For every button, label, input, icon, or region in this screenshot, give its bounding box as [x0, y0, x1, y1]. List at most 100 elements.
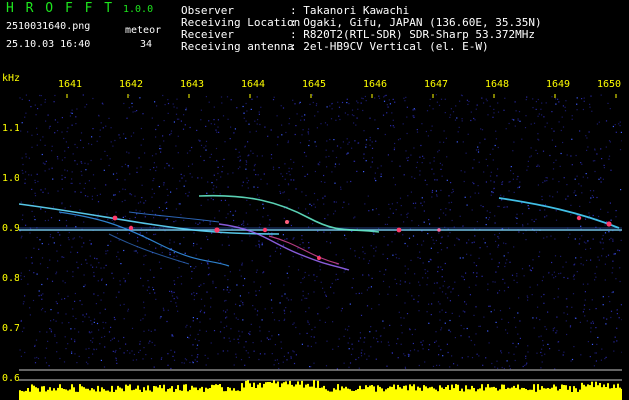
- noise-speck: [241, 262, 243, 264]
- noise-speck: [155, 233, 157, 235]
- noise-speck: [404, 281, 406, 283]
- noise-speck: [539, 209, 541, 211]
- power-bar-column: [527, 390, 529, 400]
- noise-speck: [616, 309, 618, 311]
- noise-speck: [311, 329, 313, 331]
- noise-speck: [305, 155, 307, 157]
- noise-speck: [258, 113, 260, 115]
- noise-speck: [396, 283, 398, 285]
- noise-speck: [535, 108, 537, 110]
- power-bar-column: [245, 380, 247, 400]
- noise-speck: [590, 259, 592, 261]
- noise-speck: [175, 220, 177, 222]
- noise-speck: [605, 323, 607, 325]
- noise-speck: [34, 357, 36, 359]
- noise-speck: [541, 361, 543, 363]
- noise-speck: [407, 195, 409, 197]
- noise-speck: [433, 173, 435, 175]
- noise-speck: [187, 195, 189, 197]
- noise-speck: [517, 175, 519, 178]
- power-bar-column: [91, 388, 93, 400]
- noise-speck: [612, 125, 614, 128]
- power-bar-column: [303, 387, 305, 400]
- noise-speck: [70, 112, 72, 114]
- noise-speck: [576, 103, 578, 105]
- noise-speck: [173, 252, 175, 254]
- noise-speck: [486, 246, 488, 248]
- noise-speck: [483, 171, 485, 173]
- noise-speck: [240, 275, 242, 277]
- noise-speck: [129, 218, 131, 220]
- power-bar-column: [145, 390, 147, 400]
- power-bar-column: [339, 390, 341, 400]
- power-bar-column: [437, 391, 439, 400]
- noise-speck: [40, 95, 42, 97]
- noise-speck: [395, 253, 397, 255]
- info-value-antenna: : 2el-HB9CV Vertical (el. E-W): [290, 40, 489, 53]
- noise-speck: [70, 328, 72, 330]
- noise-speck: [354, 250, 356, 252]
- noise-speck: [212, 199, 214, 201]
- power-bar-column: [519, 389, 521, 400]
- power-bar-column: [465, 385, 467, 400]
- noise-speck: [473, 241, 475, 243]
- noise-speck: [97, 213, 99, 215]
- noise-speck: [81, 246, 83, 248]
- noise-speck: [230, 99, 232, 101]
- noise-speck: [271, 353, 273, 355]
- noise-speck: [40, 104, 42, 106]
- noise-speck: [32, 202, 35, 204]
- noise-speck: [278, 334, 280, 336]
- spectrogram-background: [19, 94, 622, 400]
- noise-speck: [466, 253, 468, 255]
- noise-speck: [278, 320, 280, 322]
- noise-speck: [439, 287, 441, 289]
- noise-speck: [196, 292, 198, 295]
- noise-speck: [300, 119, 302, 121]
- noise-speck: [596, 343, 598, 345]
- noise-speck: [302, 290, 304, 292]
- noise-speck: [620, 131, 622, 133]
- noise-speck: [565, 100, 567, 102]
- noise-speck: [506, 259, 508, 261]
- noise-speck: [223, 327, 225, 329]
- noise-speck: [501, 318, 503, 320]
- noise-speck: [142, 358, 144, 360]
- power-bar-column: [429, 387, 431, 400]
- power-bar-column: [533, 384, 535, 400]
- noise-speck: [175, 302, 177, 304]
- noise-speck: [30, 256, 33, 259]
- noise-speck: [241, 224, 243, 226]
- noise-speck: [119, 284, 121, 286]
- noise-speck: [249, 204, 251, 206]
- noise-speck: [582, 108, 584, 111]
- noise-speck: [537, 133, 539, 135]
- noise-speck: [504, 206, 506, 208]
- noise-speck: [590, 331, 592, 333]
- noise-speck: [540, 351, 542, 354]
- noise-speck: [513, 246, 515, 248]
- noise-speck: [441, 269, 443, 271]
- noise-speck: [125, 137, 127, 139]
- noise-speck: [579, 321, 581, 323]
- noise-speck: [336, 145, 339, 147]
- power-bar-column: [577, 391, 579, 400]
- power-bar-column: [581, 382, 583, 400]
- noise-speck: [596, 266, 598, 268]
- noise-speck: [355, 293, 357, 295]
- noise-speck: [556, 191, 558, 193]
- power-bar-column: [529, 389, 531, 400]
- noise-speck: [307, 345, 309, 347]
- noise-speck: [508, 190, 510, 192]
- noise-speck: [156, 166, 158, 168]
- noise-speck: [189, 361, 191, 364]
- noise-speck: [35, 114, 37, 116]
- noise-speck: [227, 236, 229, 238]
- noise-speck: [552, 328, 554, 330]
- noise-speck: [205, 330, 207, 332]
- noise-speck: [612, 291, 614, 293]
- noise-speck: [404, 367, 407, 369]
- noise-speck: [456, 237, 458, 239]
- noise-speck: [519, 181, 521, 183]
- y-tick-1-0: 1.0: [2, 173, 21, 184]
